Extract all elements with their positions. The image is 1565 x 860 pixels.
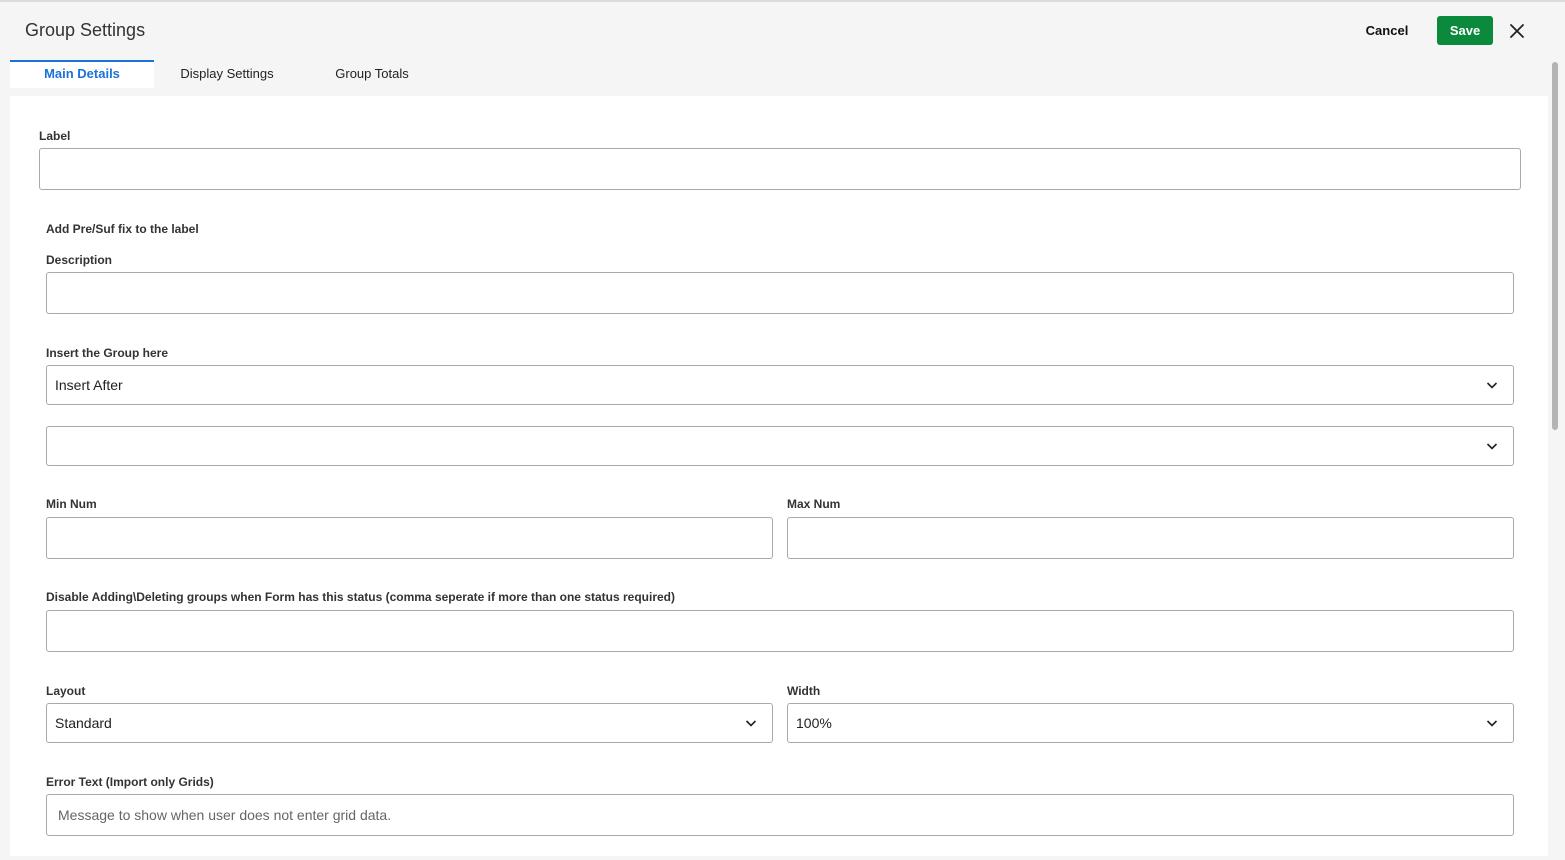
insert-position-select[interactable]: Insert After	[46, 365, 1514, 405]
insert-group-label: Insert the Group here	[46, 346, 169, 360]
cancel-button[interactable]: Cancel	[1352, 18, 1422, 44]
tab-group-totals[interactable]: Group Totals	[320, 60, 424, 88]
max-num-label: Max Num	[787, 497, 841, 511]
description-input[interactable]	[46, 272, 1514, 314]
tab-main-details[interactable]: Main Details	[10, 60, 154, 88]
min-num-input[interactable]	[46, 517, 773, 559]
prefix-suffix-link[interactable]: Add Pre/Suf fix to the label	[46, 222, 199, 236]
scrollbar-thumb[interactable]	[1552, 62, 1558, 430]
close-icon[interactable]	[1508, 22, 1526, 40]
layout-value: Standard	[55, 715, 112, 731]
chevron-down-icon	[1486, 382, 1498, 389]
width-select[interactable]: 100%	[787, 703, 1514, 743]
top-divider	[0, 0, 1565, 2]
layout-label: Layout	[46, 684, 86, 698]
insert-target-select[interactable]	[46, 426, 1514, 466]
dialog-title: Group Settings	[25, 20, 146, 40]
disable-status-input[interactable]	[46, 610, 1514, 652]
width-label: Width	[787, 684, 821, 698]
label-field-label: Label	[39, 129, 71, 143]
chevron-down-icon	[1486, 443, 1498, 450]
max-num-input[interactable]	[787, 517, 1514, 559]
layout-select[interactable]: Standard	[46, 703, 773, 743]
tab-display-settings[interactable]: Display Settings	[162, 60, 292, 88]
disable-status-label: Disable Adding\Deleting groups when Form…	[46, 590, 675, 604]
label-input[interactable]	[39, 148, 1521, 190]
error-text-label: Error Text (Import only Grids)	[46, 775, 214, 789]
width-value: 100%	[796, 715, 832, 731]
chevron-down-icon	[745, 720, 757, 727]
chevron-down-icon	[1486, 720, 1498, 727]
min-num-label: Min Num	[46, 497, 97, 511]
insert-position-value: Insert After	[55, 377, 123, 393]
description-label: Description	[46, 253, 113, 267]
error-text-input[interactable]	[46, 794, 1514, 836]
save-button[interactable]: Save	[1437, 16, 1493, 45]
